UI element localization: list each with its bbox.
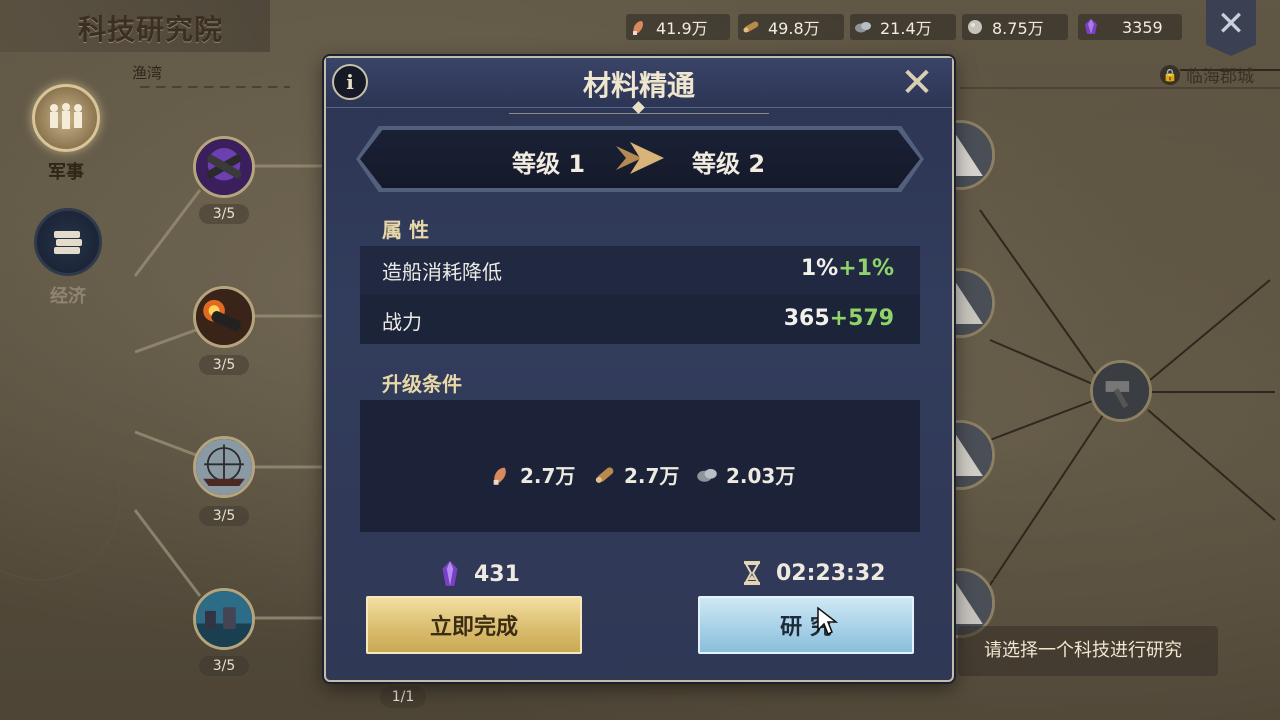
resource-stone[interactable]: 8.75万 <box>962 14 1068 40</box>
resource-meat[interactable]: 41.9万 <box>626 14 730 40</box>
cost-ore: 2.03万 <box>696 460 795 489</box>
cost-wood: 2.7万 <box>594 460 679 489</box>
tech-detail-dialog: i 材料精通 ✕ 等级 1 等级 2 属 性 造船消耗降低 1%+1% 战力 3… <box>324 56 954 682</box>
close-x-icon: ✕ <box>1216 4 1246 44</box>
crosshair-ship-icon <box>196 439 252 495</box>
attribute-name: 造船消耗降低 <box>382 260 502 284</box>
close-x-icon: ✕ <box>900 60 934 106</box>
resource-value: 21.4万 <box>880 19 932 38</box>
bay-label: 渔湾 <box>132 64 163 82</box>
attribute-name: 战力 <box>382 310 422 334</box>
hourglass-icon <box>744 561 760 585</box>
meat-icon <box>493 467 506 485</box>
coastal-fort-icon <box>196 591 252 647</box>
cost-value: 2.7万 <box>520 464 576 488</box>
dialog-title: 材料精通 <box>582 69 695 102</box>
arrow-right-icon <box>616 142 664 174</box>
attribute-row: 造船消耗降低 1%+1% <box>360 246 920 294</box>
soldiers-icon <box>50 103 82 129</box>
category-economy-button[interactable] <box>34 208 102 276</box>
tech-node-fire-cannon[interactable] <box>193 286 255 348</box>
wood-icon <box>743 21 759 33</box>
region-label[interactable]: 🔒 临海郡城 <box>1160 62 1254 87</box>
instant-finish-button[interactable]: 立即完成 <box>366 596 582 654</box>
resource-value: 8.75万 <box>992 19 1044 38</box>
wood-icon <box>595 466 614 483</box>
attributes-title: 属 性 <box>382 218 429 242</box>
ore-icon <box>855 22 871 33</box>
resource-gem[interactable]: 3359 <box>1078 14 1182 40</box>
level-to: 等级 2 <box>692 150 766 178</box>
stone-icon <box>968 20 982 34</box>
conditions-title: 升级条件 <box>382 372 462 396</box>
tech-node-hub[interactable] <box>1090 360 1152 422</box>
cost-value: 2.03万 <box>726 464 796 488</box>
node-progress: 3/5 <box>199 656 249 676</box>
category-military-label: 军事 <box>48 162 84 183</box>
cost-meat: 2.7万 <box>490 460 575 489</box>
attributes-panel: 造船消耗降低 1%+1% 战力 365+579 <box>360 246 920 344</box>
category-military-button[interactable] <box>32 84 100 152</box>
tech-node-targeting[interactable] <box>193 436 255 498</box>
region-name: 临海郡城 <box>1186 67 1254 87</box>
tech-node-fortress[interactable] <box>193 588 255 650</box>
resource-value: 41.9万 <box>656 19 708 38</box>
research-button[interactable]: 研 究 <box>698 596 914 654</box>
attribute-base: 365 <box>783 306 830 331</box>
cost-value: 2.7万 <box>624 464 680 488</box>
meat-icon <box>633 21 643 35</box>
books-icon <box>54 231 82 254</box>
hint-banner: 请选择一个科技进行研究 <box>958 626 1218 676</box>
research-time: 02:23:32 <box>742 560 885 586</box>
attribute-value: 365+579 <box>784 306 894 331</box>
mouse-cursor-icon <box>817 606 838 636</box>
gem-icon <box>442 561 458 586</box>
resource-wood[interactable]: 49.8万 <box>738 14 844 40</box>
node-progress-bottom: 1/1 <box>380 686 426 708</box>
resource-value: 3359 <box>1122 17 1163 37</box>
attribute-bonus: +579 <box>829 306 894 331</box>
crossed-cannons-icon <box>196 139 252 195</box>
firing-cannon-icon <box>196 289 252 345</box>
node-progress: 3/5 <box>199 355 249 375</box>
tech-node-cannon-upgrade[interactable] <box>193 136 255 198</box>
attribute-row: 战力 365+579 <box>360 296 920 344</box>
node-progress: 3/5 <box>199 506 249 526</box>
page-title: 科技研究院 <box>78 13 224 46</box>
attribute-value: 1%+1% <box>801 256 894 281</box>
node-progress: 3/5 <box>199 204 249 224</box>
attribute-base: 1% <box>800 256 839 281</box>
category-economy-label: 经济 <box>50 286 86 307</box>
instant-gem-cost: 431 <box>440 560 520 588</box>
exit-button[interactable]: ✕ <box>1206 0 1256 56</box>
hammer-icon <box>1093 363 1149 419</box>
gem-icon <box>1085 19 1097 34</box>
gem-cost-value: 431 <box>474 561 520 587</box>
attribute-bonus: +1% <box>838 256 894 281</box>
time-value: 02:23:32 <box>776 560 886 586</box>
lock-icon: 🔒 <box>1160 64 1180 85</box>
ore-icon <box>697 468 717 482</box>
resource-value: 49.8万 <box>768 19 820 38</box>
bay-divider <box>140 86 290 88</box>
resource-ore[interactable]: 21.4万 <box>850 14 956 40</box>
dialog-close-button[interactable]: ✕ <box>896 62 938 104</box>
level-from: 等级 1 <box>512 150 586 178</box>
